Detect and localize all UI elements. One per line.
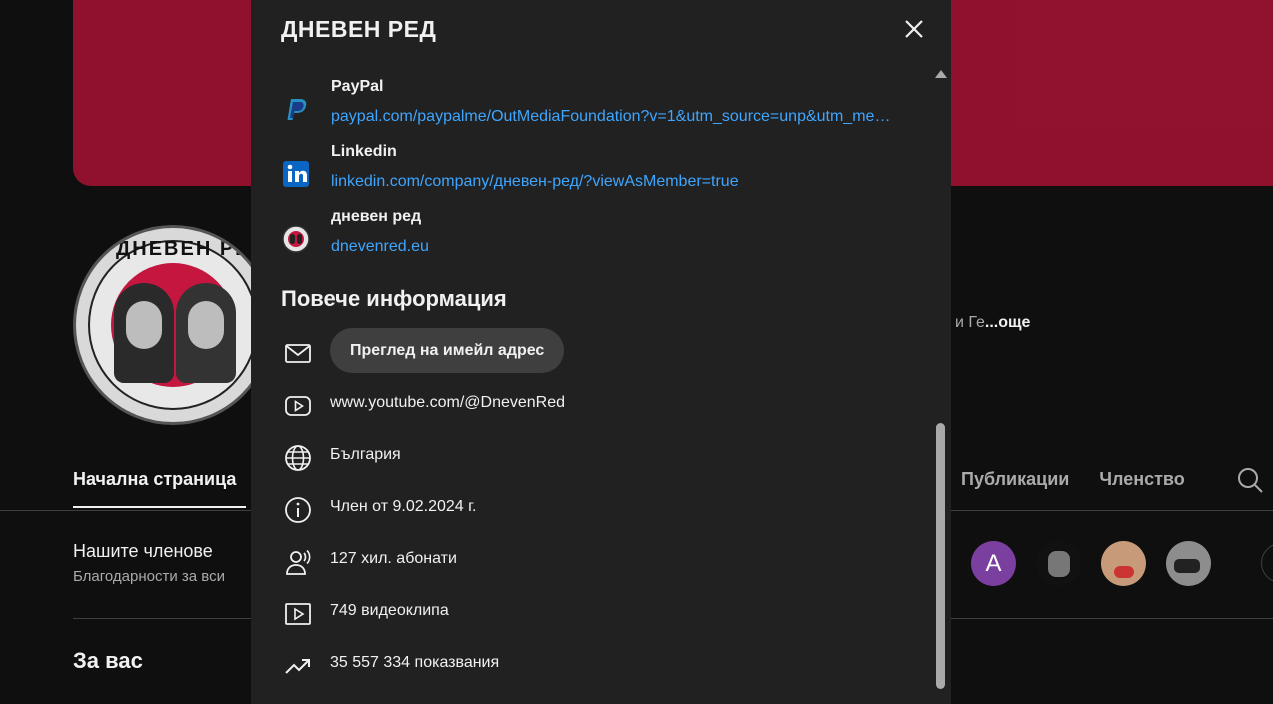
avatar-logo-text: ДНЕВЕН РЕД — [116, 238, 267, 260]
tab-posts[interactable]: Публикации — [961, 469, 1069, 490]
close-icon[interactable] — [899, 14, 929, 44]
youtube-icon — [285, 396, 311, 416]
channel-favicon — [282, 225, 310, 253]
joined-date: Член от 9.02.2024 г. — [330, 498, 477, 515]
link-name: дневен ред — [331, 208, 422, 225]
tab-home-underline — [73, 506, 246, 508]
video-icon — [285, 603, 311, 625]
link-url[interactable]: linkedin.com/company/дневен-ред/?viewAsM… — [331, 173, 739, 191]
link-row-linkedin: Linkedin linkedin.com/company/дневен-ред… — [281, 143, 901, 203]
about-dialog: ДНЕВЕН РЕД PayPal paypal.com/paypalme/Ou… — [251, 0, 951, 704]
country: България — [330, 446, 401, 463]
link-name: PayPal — [331, 78, 384, 95]
mail-icon — [285, 344, 311, 363]
channel-description-tail[interactable]: и Ге...още — [955, 314, 1030, 332]
for-you-heading: За вас — [73, 648, 143, 673]
info-row-videos: 749 видеоклипа — [281, 597, 881, 629]
linkedin-icon — [283, 161, 309, 187]
tab-membership[interactable]: Членство — [1099, 469, 1184, 490]
avatar-person-right — [176, 283, 236, 383]
info-row-country: България — [281, 441, 881, 473]
members-next-button[interactable] — [1261, 543, 1273, 583]
member-avatar[interactable] — [1101, 541, 1146, 586]
link-url[interactable]: paypal.com/paypalme/OutMediaFoundation?v… — [331, 108, 891, 126]
search-icon[interactable] — [1236, 466, 1264, 494]
subscriber-count: 127 хил. абонати — [330, 550, 457, 567]
paypal-icon — [287, 99, 307, 120]
channel-avatar[interactable]: ДНЕВЕН РЕД — [73, 225, 273, 425]
link-name: Linkedin — [331, 143, 397, 160]
dialog-title: ДНЕВЕН РЕД — [281, 16, 437, 42]
trending-icon — [285, 659, 310, 674]
members-title: Нашите членове — [73, 541, 213, 561]
scroll-up-arrow-icon[interactable] — [935, 70, 947, 78]
channel-url[interactable]: www.youtube.com/@DnevenRed — [330, 394, 565, 412]
video-count: 749 видеоклипа — [330, 602, 449, 619]
more-info-heading: Повече информация — [281, 286, 507, 311]
avatar-person-left — [114, 283, 174, 383]
tab-home[interactable]: Начална страница — [73, 469, 236, 490]
view-count: 35 557 334 показвания — [330, 654, 500, 671]
info-row-views: 35 557 334 показвания — [281, 649, 881, 681]
info-row-channel-url: www.youtube.com/@DnevenRed — [281, 389, 881, 421]
link-url[interactable]: dnevenred.eu — [331, 238, 429, 256]
link-row-paypal: PayPal paypal.com/paypalme/OutMediaFound… — [281, 78, 901, 138]
globe-icon — [285, 445, 311, 471]
tabs-right: Публикации Членство — [961, 469, 1185, 490]
info-row-subscribers: 127 хил. абонати — [281, 545, 881, 577]
info-icon — [285, 497, 311, 523]
view-email-button[interactable]: Преглед на имейл адрес — [330, 328, 565, 373]
members-subtitle: Благодарности за вси — [73, 568, 225, 585]
link-row-website: дневен ред dnevenred.eu — [281, 208, 901, 268]
member-avatar[interactable] — [1036, 541, 1081, 586]
member-avatar[interactable] — [1166, 541, 1211, 586]
more-link[interactable]: ...още — [985, 314, 1031, 331]
member-avatar[interactable]: A — [971, 541, 1016, 586]
scrollbar-thumb[interactable] — [936, 423, 945, 689]
info-row-joined: Член от 9.02.2024 г. — [281, 493, 881, 525]
description-text: и Ге — [955, 314, 985, 331]
subscribers-icon — [286, 549, 311, 575]
